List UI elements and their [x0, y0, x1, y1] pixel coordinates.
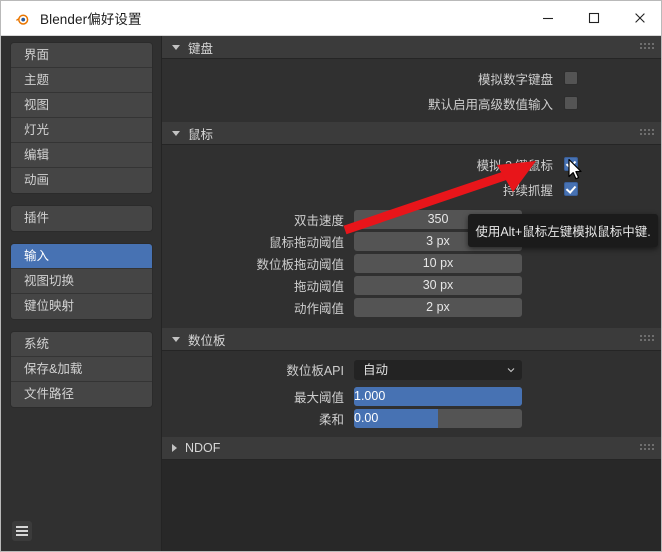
sidebar-item-file-paths[interactable]: 文件路径 [11, 382, 152, 407]
row-motion-threshold: 动作阈值 2 px [162, 298, 661, 317]
hamburger-menu-icon[interactable] [12, 521, 32, 541]
close-icon [635, 13, 645, 23]
sidebar-item-addons[interactable]: 插件 [11, 206, 152, 231]
drag-grip-icon[interactable] [640, 444, 654, 451]
minimize-button[interactable] [525, 1, 571, 35]
maximize-icon [588, 12, 600, 24]
dropdown-tablet-api[interactable]: 自动 [354, 359, 522, 380]
label-default-advanced-numeric-input: 默认启用高级数值输入 [427, 97, 553, 112]
maximize-button[interactable] [571, 1, 617, 35]
label-tablet-drag-threshold: 数位板拖动阈值 [256, 258, 344, 272]
label-max-threshold: 最大阈值 [293, 391, 344, 405]
drag-grip-icon[interactable] [640, 335, 654, 342]
sidebar-item-navigation[interactable]: 视图切换 [11, 269, 152, 294]
dropdown-tablet-api-value: 自动 [363, 362, 389, 377]
blender-preferences-window: Blender偏好设置 界面 主题 视图 灯光 编辑 动画 插件 输入 视图切换… [0, 0, 662, 552]
checkbox-emulate-numpad[interactable] [564, 71, 578, 85]
row-default-advanced-numeric-input: 默认启用高级数值输入 [162, 93, 661, 113]
label-mouse-drag-threshold: 鼠标拖动阈值 [268, 236, 344, 250]
label-drag-threshold: 拖动阈值 [293, 280, 344, 294]
panel-ndof-header[interactable]: NDOF [162, 437, 661, 460]
sidebar-item-editing[interactable]: 编辑 [11, 143, 152, 168]
panel-keyboard: 键盘 模拟数字键盘 默认启用高级数值输入 [162, 36, 661, 122]
row-max-threshold: 最大阈值 1.000 [162, 387, 661, 406]
panel-ndof-title: NDOF [185, 441, 221, 455]
preferences-sidebar: 界面 主题 视图 灯光 编辑 动画 插件 输入 视图切换 键位映射 系统 保存&… [2, 36, 162, 551]
label-softness: 柔和 [318, 413, 344, 427]
panel-tablet-header[interactable]: 数位板 [162, 328, 661, 351]
drag-grip-icon[interactable] [640, 43, 654, 50]
label-double-click-speed: 双击速度 [293, 214, 344, 228]
panel-tablet: 数位板 数位板API 自动 最大阈值 1.000 柔和 0.00 [162, 328, 661, 437]
chevron-right-icon [172, 444, 177, 452]
sidebar-item-save-load[interactable]: 保存&加载 [11, 357, 152, 382]
sidebar-item-lights[interactable]: 灯光 [11, 118, 152, 143]
slider-softness-value: 0.00 [354, 411, 379, 425]
label-emulate-numpad: 模拟数字键盘 [477, 72, 553, 87]
drag-grip-icon[interactable] [640, 129, 654, 136]
row-emulate-numpad: 模拟数字键盘 [162, 68, 661, 88]
sidebar-item-keymap[interactable]: 键位映射 [11, 294, 152, 319]
window-titlebar: Blender偏好设置 [1, 1, 661, 36]
preferences-content: 键盘 模拟数字键盘 默认启用高级数值输入 鼠标 模拟 3 键鼠标 持续抓握 双击… [162, 36, 661, 551]
sidebar-group-system: 系统 保存&加载 文件路径 [10, 331, 153, 408]
close-button[interactable] [617, 1, 661, 35]
row-drag-threshold: 拖动阈值 30 px [162, 276, 661, 295]
panel-mouse-title: 鼠标 [188, 127, 214, 142]
window-controls [525, 1, 661, 35]
label-motion-threshold: 动作阈值 [293, 302, 344, 316]
panel-ndof: NDOF [162, 437, 661, 460]
tooltip-text: 使用Alt+鼠标左键模拟鼠标中键. [475, 225, 651, 239]
input-drag-threshold[interactable]: 30 px [354, 276, 522, 295]
sidebar-item-interface[interactable]: 界面 [11, 43, 152, 68]
chevron-down-icon [172, 130, 180, 136]
sidebar-item-input[interactable]: 输入 [11, 244, 152, 269]
window-title: Blender偏好设置 [40, 12, 142, 27]
panel-tablet-title: 数位板 [188, 333, 226, 348]
sidebar-item-viewport[interactable]: 视图 [11, 93, 152, 118]
row-emulate-3-button-mouse: 模拟 3 键鼠标 [162, 154, 661, 174]
panel-keyboard-title: 键盘 [188, 41, 214, 56]
sidebar-group-addons: 插件 [10, 205, 153, 232]
slider-softness[interactable]: 0.00 [354, 409, 522, 428]
label-continuous-grab: 持续抓握 [502, 183, 553, 198]
panel-keyboard-body: 模拟数字键盘 默认启用高级数值输入 [162, 59, 661, 122]
sidebar-item-animation[interactable]: 动画 [11, 168, 152, 193]
panel-keyboard-header[interactable]: 键盘 [162, 36, 661, 59]
sidebar-item-system[interactable]: 系统 [11, 332, 152, 357]
checkbox-default-advanced-numeric-input[interactable] [564, 96, 578, 110]
checkbox-emulate-3-button-mouse[interactable] [564, 157, 578, 171]
input-tablet-drag-threshold[interactable]: 10 px [354, 254, 522, 273]
chevron-down-icon [507, 367, 515, 372]
input-motion-threshold[interactable]: 2 px [354, 298, 522, 317]
checkbox-continuous-grab[interactable] [564, 182, 578, 196]
chevron-down-icon [172, 336, 180, 342]
sidebar-group-input: 输入 视图切换 键位映射 [10, 243, 153, 320]
row-softness: 柔和 0.00 [162, 409, 661, 428]
slider-max-threshold-value: 1.000 [354, 389, 386, 403]
panel-mouse-header[interactable]: 鼠标 [162, 122, 661, 145]
minimize-icon [543, 17, 553, 20]
sidebar-item-themes[interactable]: 主题 [11, 68, 152, 93]
row-tablet-api: 数位板API 自动 [162, 359, 661, 380]
row-tablet-drag-threshold: 数位板拖动阈值 10 px [162, 254, 661, 273]
sidebar-group-general: 界面 主题 视图 灯光 编辑 动画 [10, 42, 153, 194]
tooltip-emulate-3-button-mouse: 使用Alt+鼠标左键模拟鼠标中键. [468, 214, 658, 247]
row-continuous-grab: 持续抓握 [162, 179, 661, 199]
blender-logo-icon [13, 9, 31, 27]
slider-max-threshold[interactable]: 1.000 [354, 387, 522, 406]
label-tablet-api: 数位板API [286, 364, 344, 378]
chevron-down-icon [172, 44, 180, 50]
label-emulate-3-button-mouse: 模拟 3 键鼠标 [476, 158, 553, 173]
panel-tablet-body: 数位板API 自动 最大阈值 1.000 柔和 0.00 [162, 351, 661, 437]
